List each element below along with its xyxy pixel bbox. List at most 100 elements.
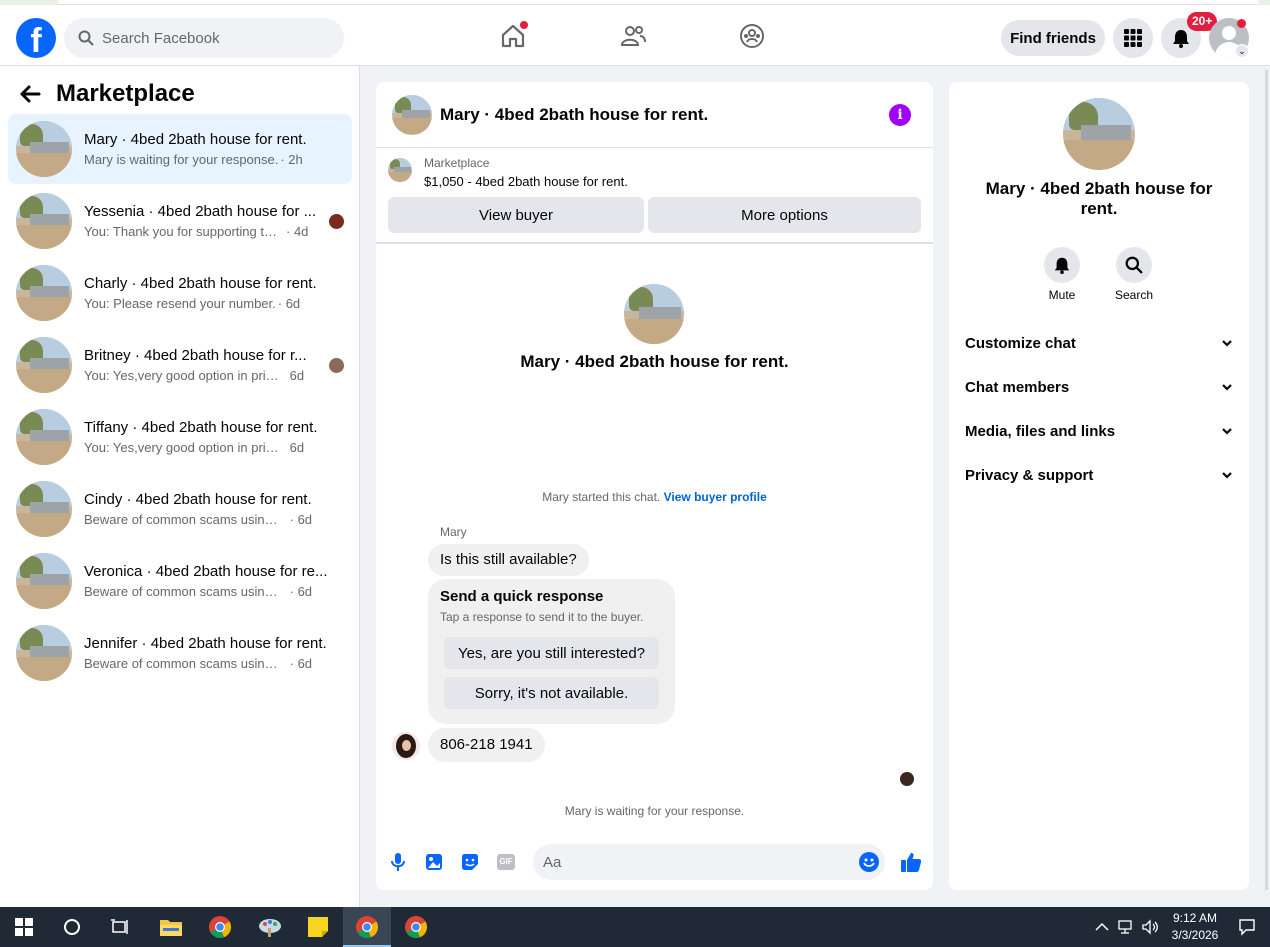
task-view-icon[interactable] xyxy=(106,913,134,941)
sender-name: Mary xyxy=(440,525,467,539)
conversation-preview: You: Yes,very good option in prime lo... xyxy=(84,440,284,455)
message-bubble[interactable]: Is this still available? xyxy=(428,544,589,576)
conversation-item[interactable]: Britney · 4bed 2bath house for r... You:… xyxy=(8,330,352,400)
cortana-search-icon[interactable] xyxy=(58,913,86,941)
view-buyer-button[interactable]: View buyer xyxy=(388,197,644,233)
conversation-sidebar: Marketplace Mary · 4bed 2bath house for … xyxy=(0,66,360,907)
system-clock[interactable]: 9:12 AM 3/3/2026 xyxy=(1166,910,1224,944)
gif-icon[interactable]: GIF xyxy=(496,852,516,872)
section-label: Customize chat xyxy=(965,334,1076,352)
windows-taskbar: 9:12 AM 3/3/2026 xyxy=(0,907,1270,947)
conversation-item[interactable]: Tiffany · 4bed 2bath house for rent. You… xyxy=(8,402,352,472)
sidebar-header: Marketplace xyxy=(18,80,195,108)
customize-chat-section[interactable]: Customize chat xyxy=(957,325,1241,361)
volume-icon[interactable] xyxy=(1138,913,1162,941)
groups-icon[interactable] xyxy=(738,22,766,50)
read-receipt-avatar xyxy=(900,772,914,786)
chrome-icon[interactable] xyxy=(206,913,234,941)
home-notification-dot xyxy=(520,21,528,29)
message-bubble[interactable]: 806-218 1941 xyxy=(428,728,545,762)
conversation-preview: You: Please resend your number. xyxy=(84,296,276,311)
conversation-item[interactable]: Charly · 4bed 2bath house for rent. You:… xyxy=(8,258,352,328)
conversation-item[interactable]: Cindy · 4bed 2bath house for rent. Bewar… xyxy=(8,474,352,544)
house-avatar xyxy=(16,481,72,537)
sidebar-title: Marketplace xyxy=(56,80,195,107)
house-avatar xyxy=(16,409,72,465)
view-buyer-profile-link[interactable]: View buyer profile xyxy=(664,490,767,504)
chat-title[interactable]: Mary · 4bed 2bath house for rent. xyxy=(440,105,708,125)
home-icon[interactable] xyxy=(499,21,528,50)
listing-thumbnail xyxy=(388,158,412,182)
mute-button[interactable]: Mute xyxy=(1032,247,1092,302)
menu-grid-icon[interactable] xyxy=(1113,18,1153,58)
action-center-icon[interactable] xyxy=(1234,913,1260,941)
privacy-support-section[interactable]: Privacy & support xyxy=(957,457,1241,493)
chevron-down-icon xyxy=(1222,472,1232,479)
listing-price: $1,050 - 4bed 2bath house for rent. xyxy=(424,174,628,189)
sticker-icon[interactable] xyxy=(460,852,480,872)
divider xyxy=(376,242,933,244)
sticky-notes-icon[interactable] xyxy=(304,913,332,941)
conversation-item[interactable]: Yessenia · 4bed 2bath house for ... You:… xyxy=(8,186,352,256)
friends-icon[interactable] xyxy=(619,22,647,50)
house-avatar xyxy=(16,553,72,609)
conversation-item[interactable]: Veronica · 4bed 2bath house for re... Be… xyxy=(8,546,352,616)
info-icon[interactable]: i xyxy=(889,104,911,126)
chat-members-section[interactable]: Chat members xyxy=(957,369,1241,405)
emoji-icon[interactable] xyxy=(859,852,879,872)
microphone-icon[interactable] xyxy=(388,852,408,872)
seen-avatar xyxy=(329,214,344,229)
chevron-up-icon[interactable] xyxy=(1090,913,1114,941)
conversation-time: 6d xyxy=(289,440,305,455)
quick-response-subtitle: Tap a response to send it to the buyer. xyxy=(440,610,644,624)
profile-notification-dot xyxy=(1237,19,1246,28)
search-icon xyxy=(1116,247,1152,283)
clock-time: 9:12 AM xyxy=(1172,911,1218,925)
search-input[interactable] xyxy=(102,29,322,47)
conversation-name: Jennifer · 4bed 2bath house for rent. xyxy=(84,635,327,652)
sender-avatar[interactable] xyxy=(392,732,420,760)
chevron-down-icon[interactable]: ⌄ xyxy=(1235,44,1249,58)
seen-avatar xyxy=(329,358,344,373)
windows-start-icon[interactable] xyxy=(10,913,38,941)
chat-avatar[interactable] xyxy=(392,94,432,135)
paint-icon[interactable] xyxy=(256,913,284,941)
house-avatar xyxy=(16,121,72,177)
file-explorer-icon[interactable] xyxy=(157,913,185,941)
started-text: Mary started this chat. xyxy=(542,490,661,504)
message-input-box[interactable] xyxy=(533,844,885,880)
search-bar[interactable] xyxy=(64,18,344,58)
chat-details-panel: Mary · 4bed 2bath house for rent. Mute S… xyxy=(949,82,1249,890)
conversation-item[interactable]: Mary · 4bed 2bath house for rent. Mary i… xyxy=(8,114,352,184)
media-files-links-section[interactable]: Media, files and links xyxy=(957,413,1241,449)
network-icon[interactable] xyxy=(1114,913,1138,941)
quick-response-yes-button[interactable]: Yes, are you still interested? xyxy=(444,637,659,669)
house-avatar xyxy=(16,625,72,681)
chevron-down-icon xyxy=(1222,384,1232,391)
more-options-button[interactable]: More options xyxy=(648,197,921,233)
conversation-preview: You: Thank you for supporting the ... xyxy=(84,224,284,239)
thumbs-up-icon[interactable] xyxy=(899,850,923,874)
facebook-logo-icon[interactable]: f xyxy=(16,18,56,58)
chrome-profile-icon[interactable] xyxy=(402,913,430,941)
clock-date: 3/3/2026 xyxy=(1171,928,1219,942)
conversation-preview: Beware of common scams using pay... xyxy=(84,584,284,599)
chat-header: Mary · 4bed 2bath house for rent. i xyxy=(376,82,933,148)
quick-response-no-button[interactable]: Sorry, it's not available. xyxy=(444,677,659,709)
conversation-preview: Beware of common scams using pay... xyxy=(84,512,284,527)
section-label: Media, files and links xyxy=(965,422,1116,440)
chrome-active-icon[interactable] xyxy=(353,913,381,941)
find-friends-button[interactable]: Find friends xyxy=(1001,20,1105,56)
chevron-down-icon xyxy=(1222,428,1232,435)
listing-source: Marketplace xyxy=(424,156,490,170)
conversation-time: · 4d xyxy=(286,224,309,239)
house-avatar xyxy=(16,193,72,249)
search-conversation-button[interactable]: Search xyxy=(1104,247,1164,302)
conversation-item[interactable]: Jennifer · 4bed 2bath house for rent. Be… xyxy=(8,618,352,688)
message-input[interactable] xyxy=(543,853,843,871)
conversation-preview: You: Yes,very good option in prime ... xyxy=(84,368,284,383)
photo-icon[interactable] xyxy=(424,852,444,872)
page-scrollbar-thumb[interactable] xyxy=(1265,70,1268,890)
conversation-time: · 6d xyxy=(277,296,301,311)
back-arrow-icon[interactable] xyxy=(18,82,42,106)
